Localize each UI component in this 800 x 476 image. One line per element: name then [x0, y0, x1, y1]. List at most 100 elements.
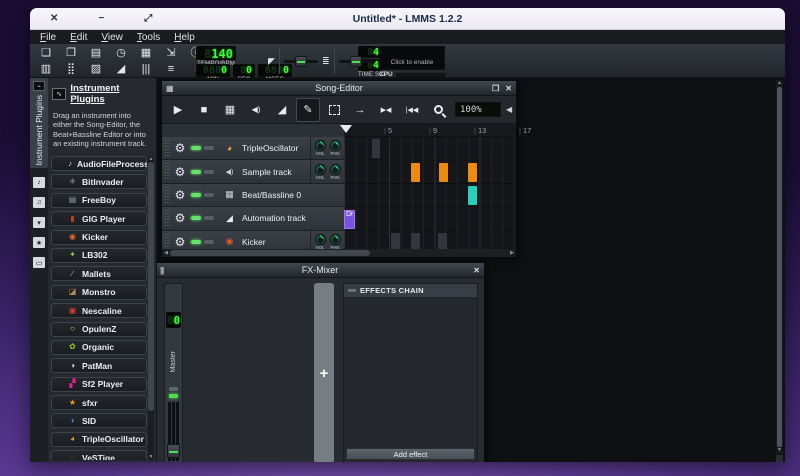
pattern-segment[interactable]: [372, 139, 380, 158]
plugin-item-sid[interactable]: ◖ SID: [51, 413, 147, 429]
menu-help[interactable]: Help: [168, 32, 201, 43]
mute-led[interactable]: [191, 146, 201, 151]
track-gear-icon[interactable]: ⚙: [172, 165, 188, 179]
effects-chain-enable-led[interactable]: [348, 289, 356, 292]
autoscroll-button[interactable]: →: [348, 98, 372, 122]
song-editor-restore-icon[interactable]: ❐: [492, 84, 499, 93]
song-grid[interactable]: Dr: [344, 137, 516, 254]
hscrollbar-thumb[interactable]: [170, 250, 370, 256]
plugin-item-freeboy[interactable]: ▤ FreeBoy: [51, 192, 147, 208]
plugin-item-gigplayer[interactable]: ▮ GIG Player: [51, 211, 147, 227]
zoom-decrease-icon[interactable]: ◀: [506, 105, 512, 114]
edit-mode-button[interactable]: [322, 98, 346, 122]
sample-segment[interactable]: [468, 163, 477, 182]
pan-knob[interactable]: [329, 233, 341, 245]
fx-mixer-toggle-button[interactable]: |||: [134, 61, 158, 77]
plugin-item-vestige[interactable]: ∙∙ VeSTige: [51, 450, 147, 460]
channel-led-off[interactable]: [169, 387, 178, 391]
track-gear-icon[interactable]: ⚙: [172, 188, 188, 202]
plugin-item-audiofileprocessor[interactable]: ♪AudioFileProcessor: [51, 156, 147, 171]
track-grip[interactable]: [164, 163, 170, 180]
volume-knob[interactable]: [314, 140, 326, 152]
recent-projects-button[interactable]: ▤: [84, 45, 108, 61]
plugin-item-monstro[interactable]: ◪ Monstro: [51, 284, 147, 300]
master-channel-strip[interactable]: 80 Master: [164, 283, 183, 462]
add-effect-button[interactable]: Add effect: [346, 448, 475, 460]
open-recent-button[interactable]: ◷: [109, 45, 133, 61]
solo-led[interactable]: [204, 146, 214, 151]
workspace-vscrollbar[interactable]: ▲ ▼: [776, 80, 783, 454]
track-grip[interactable]: [164, 210, 170, 227]
sidebar-tab-my-projects[interactable]: ♪: [33, 177, 45, 189]
automation-segment[interactable]: Dr: [344, 210, 355, 229]
stop-button[interactable]: ■: [192, 98, 216, 122]
output-visualizer[interactable]: Click to enable: [379, 46, 445, 70]
pan-knob[interactable]: [329, 140, 341, 152]
solo-led[interactable]: [204, 239, 214, 244]
plugin-item-patman[interactable]: ◑ PatMan: [51, 358, 147, 374]
track-name[interactable]: Sample track: [242, 167, 292, 177]
master-fader[interactable]: [167, 402, 180, 461]
fx-mixer-titlebar[interactable]: ||| FX-Mixer ✕: [157, 263, 484, 278]
master-pitch-slider[interactable]: [338, 55, 373, 67]
tempo-display[interactable]: 8 140: [196, 46, 236, 61]
plugin-item-sfxr[interactable]: ★ sfxr: [51, 395, 147, 411]
playhead-marker[interactable]: [340, 125, 352, 133]
solo-led[interactable]: [204, 216, 214, 221]
scroll-up-icon[interactable]: ▲: [776, 80, 783, 87]
scroll-down-icon[interactable]: ▼: [148, 454, 154, 460]
track-gear-icon[interactable]: ⚙: [172, 211, 188, 225]
export-project-button[interactable]: ⇲: [159, 45, 183, 61]
sidebar-tab-my-samples[interactable]: ♫: [33, 197, 45, 209]
fx-mixer-close-icon[interactable]: ✕: [473, 266, 480, 275]
draw-mode-button[interactable]: ✎: [296, 97, 320, 122]
scroll-right-icon[interactable]: ▶: [508, 250, 516, 256]
sidebar-tab-my-presets[interactable]: ▾: [33, 217, 45, 229]
plugin-item-sf2player[interactable]: ▞ Sf2 Player: [51, 376, 147, 392]
plugin-item-nescaline[interactable]: ▣ Nescaline: [51, 303, 147, 319]
plugin-item-tripleoscillator[interactable]: ◕ TripleOscillator: [51, 431, 147, 447]
bb-segment[interactable]: [468, 186, 477, 205]
track-gear-icon[interactable]: ⚙: [172, 141, 188, 155]
scroll-down-icon[interactable]: ▼: [776, 447, 783, 454]
track-name[interactable]: Beat/Bassline 0: [242, 190, 301, 200]
volume-knob[interactable]: [314, 163, 326, 175]
sidebar-tab-my-home[interactable]: ★: [33, 237, 45, 249]
mute-led[interactable]: [191, 169, 201, 174]
scroll-left-icon[interactable]: ◀: [162, 250, 170, 256]
track-grip[interactable]: [164, 233, 170, 250]
sidebar-tab-my-computer[interactable]: ▭: [33, 257, 45, 269]
open-project-button[interactable]: ❐: [59, 45, 83, 61]
automation-editor-toggle-button[interactable]: ◢: [109, 61, 133, 77]
scrollbar-thumb[interactable]: [148, 162, 154, 412]
project-notes-toggle-button[interactable]: ≡: [159, 61, 183, 77]
bb-editor-toggle-button[interactable]: ⣿: [59, 61, 83, 77]
back-to-start-button[interactable]: |◀◀: [400, 98, 424, 122]
piano-roll-toggle-button[interactable]: ▨: [84, 61, 108, 77]
plugin-item-opulenz[interactable]: ○ OpulenZ: [51, 321, 147, 337]
add-channel-button[interactable]: +: [314, 283, 334, 462]
add-sample-track-button[interactable]: ◀): [244, 98, 268, 122]
mute-led[interactable]: [191, 192, 201, 197]
track-grip[interactable]: [164, 140, 170, 157]
menu-file[interactable]: File: [34, 32, 62, 43]
plugin-list-scrollbar[interactable]: ▲ ▼: [148, 156, 154, 460]
vscrollbar-thumb[interactable]: [777, 87, 782, 447]
channel-led-on[interactable]: [169, 394, 178, 398]
track-name[interactable]: Kicker: [242, 237, 266, 247]
plugin-item-mallets[interactable]: ∕ Mallets: [51, 266, 147, 282]
track-name[interactable]: TripleOscillator: [242, 143, 298, 153]
fader-handle[interactable]: [167, 444, 180, 458]
plugin-item-lb302[interactable]: ✦ LB302: [51, 247, 147, 263]
menu-view[interactable]: View: [95, 32, 129, 43]
loop-points-button[interactable]: ▶◀: [374, 98, 398, 122]
song-editor-hscrollbar[interactable]: ◀ ▶: [162, 249, 516, 257]
sample-segment[interactable]: [411, 163, 420, 182]
plugin-item-bitinvader[interactable]: ✳ BitInvader: [51, 174, 147, 190]
mute-led[interactable]: [191, 239, 201, 244]
add-automation-track-button[interactable]: ◢: [270, 98, 294, 122]
song-editor-close-icon[interactable]: ✕: [505, 84, 512, 93]
song-editor-toggle-button[interactable]: ▥: [34, 61, 58, 77]
save-project-button[interactable]: ▦: [134, 45, 158, 61]
mute-led[interactable]: [191, 216, 201, 221]
